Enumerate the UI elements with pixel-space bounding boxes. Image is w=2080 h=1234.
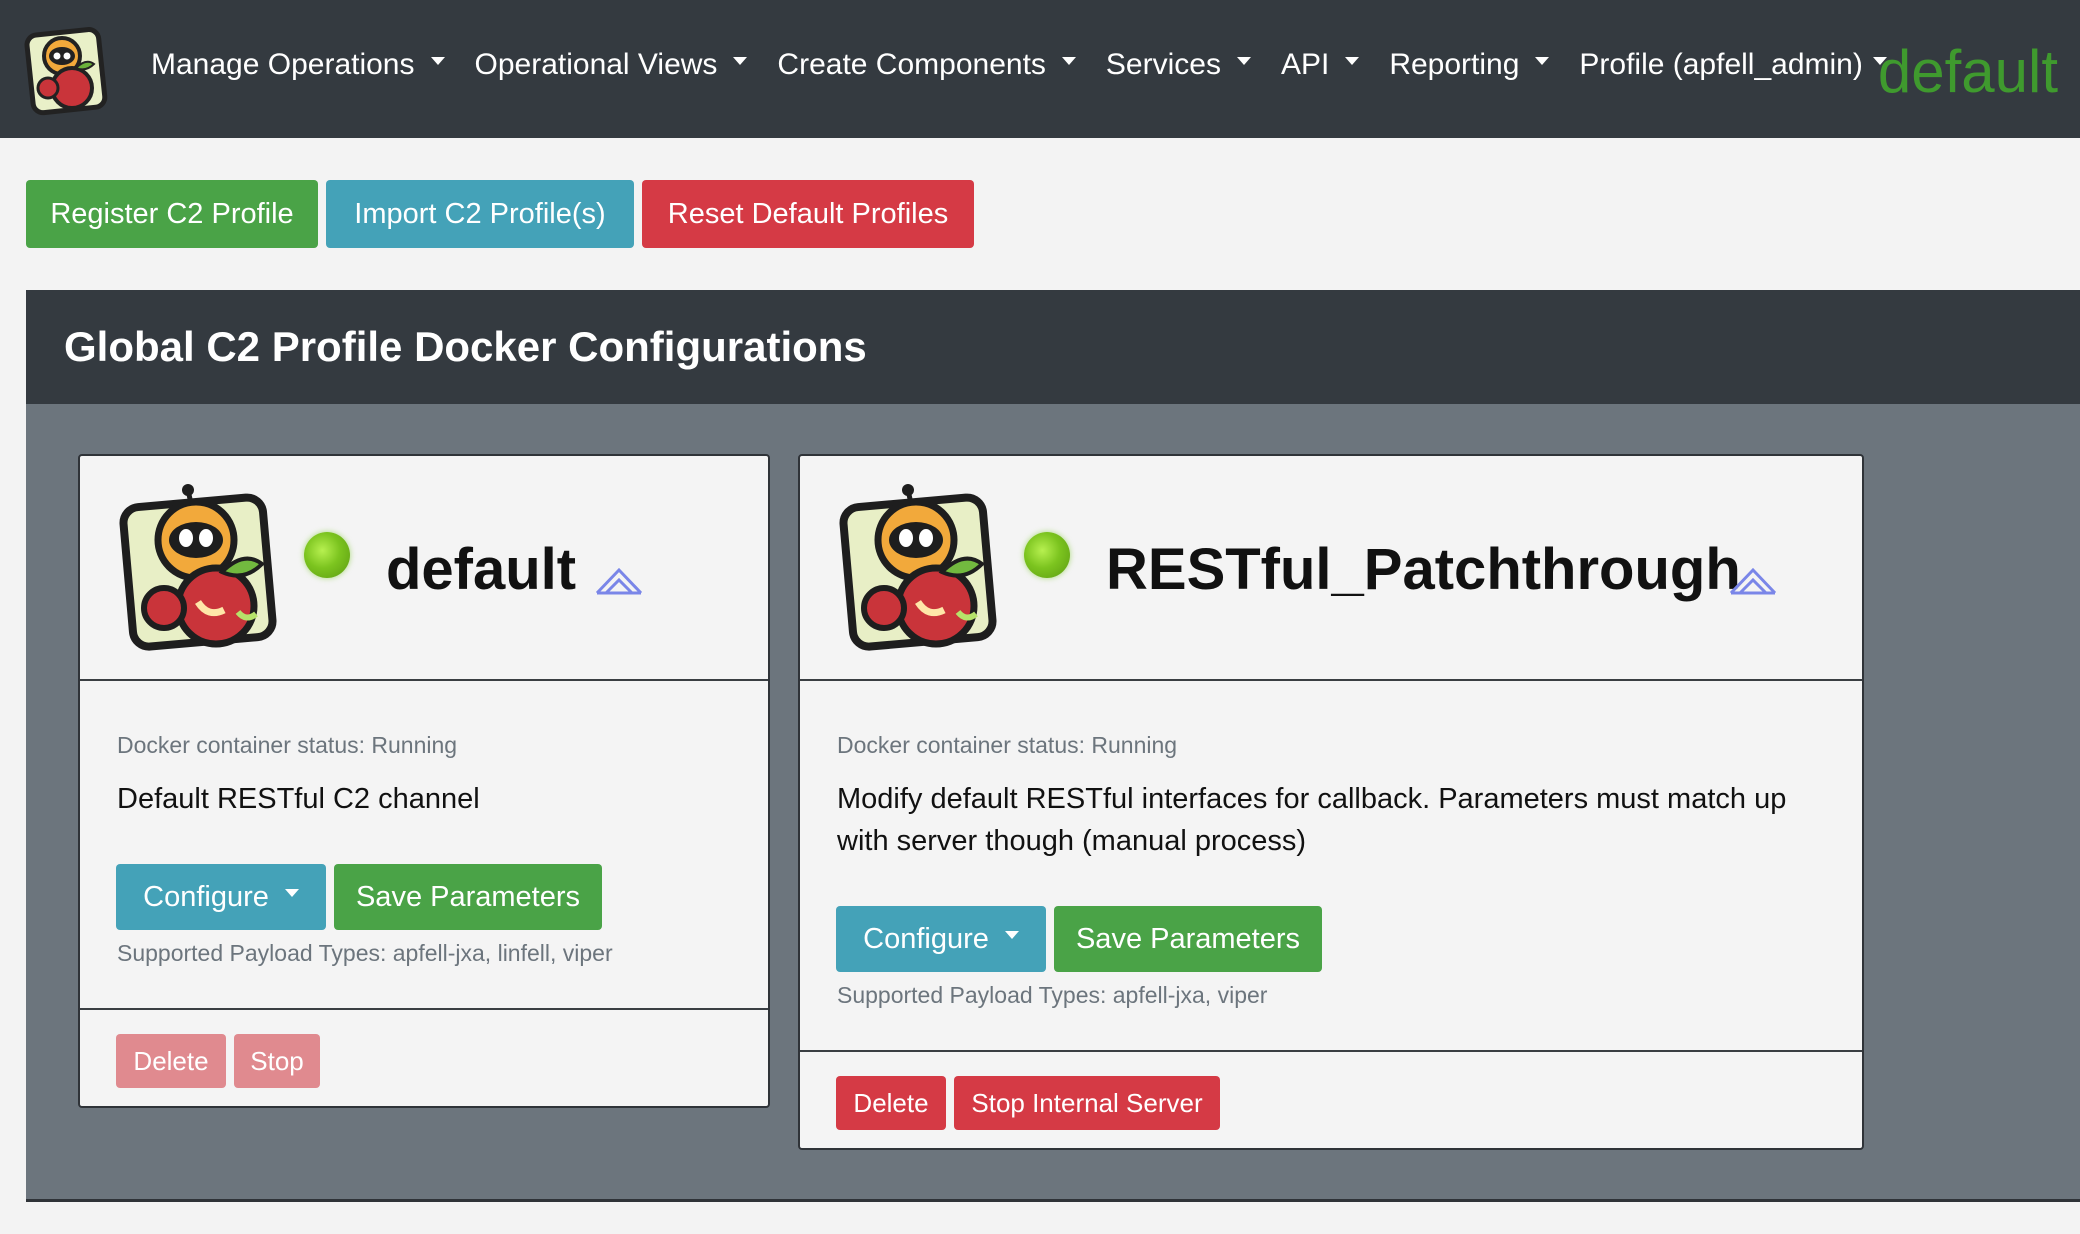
nav-menu: Manage Operations Operational Views Crea… [151,40,1917,90]
navbar: Manage Operations Operational Views Crea… [0,0,2080,138]
profile-description: Modify default RESTful interfaces for ca… [837,783,1787,857]
save-parameters-button[interactable]: Save Parameters [1054,906,1322,972]
nav-item-label: Manage Operations [151,48,415,81]
container-status: Docker container status: Running [837,732,1178,758]
supported-payload-types: Supported Payload Types: apfell-jxa, vip… [837,982,1268,1008]
card-header: RESTful_Patchthrough [800,456,1862,681]
card-title: default [386,537,577,602]
card-header: default [80,456,768,681]
nav-create-components[interactable]: Create Components [777,48,1076,82]
chevron-up-icon[interactable] [594,564,644,596]
nav-services[interactable]: Services [1106,48,1251,82]
caret-down-icon [1061,57,1076,65]
register-c2-profile-button[interactable]: Register C2 Profile [26,180,318,248]
apfell-mascot-icon [119,484,277,651]
nav-profile[interactable]: Profile (apfell_admin) [1579,48,1887,82]
caret-down-icon [1345,57,1360,65]
apfell-mascot-icon [839,484,997,651]
caret-down-icon [1236,57,1251,65]
import-c2-profile-button[interactable]: Import C2 Profile(s) [326,180,634,248]
nav-reporting[interactable]: Reporting [1389,48,1550,82]
nav-item-label: Create Components [777,48,1046,81]
caret-down-icon [1004,931,1019,939]
nav-operational-views[interactable]: Operational Views [475,48,748,82]
configure-label: Configure [143,880,269,913]
reset-default-profiles-button[interactable]: Reset Default Profiles [642,180,974,248]
profile-description: Default RESTful C2 channel [117,783,480,815]
status-running-icon [1024,532,1070,578]
nav-item-label: Operational Views [474,48,718,81]
nav-item-label: Services [1105,48,1221,81]
card-title: RESTful_Patchthrough [1106,537,1741,602]
current-operation[interactable]: default [1878,36,2058,108]
save-parameters-button[interactable]: Save Parameters [334,864,602,930]
chevron-up-icon[interactable] [1728,564,1778,596]
delete-button[interactable]: Delete [836,1076,946,1130]
caret-down-icon [430,57,445,65]
status-running-icon [304,532,350,578]
caret-down-icon [733,57,748,65]
stop-internal-server-button[interactable]: Stop Internal Server [954,1076,1220,1130]
container-status: Docker container status: Running [117,732,458,758]
supported-payload-types: Supported Payload Types: apfell-jxa, lin… [117,940,613,966]
configure-label: Configure [863,922,989,955]
configure-dropdown-button[interactable]: Configure [836,906,1046,972]
nav-api[interactable]: API [1280,48,1360,82]
caret-down-icon [1535,57,1550,65]
divider [80,1008,768,1010]
c2-profile-card-restful-patchthrough: RESTful_Patchthrough Docker container st… [798,454,1864,1150]
nav-manage-operations[interactable]: Manage Operations [151,48,445,82]
caret-down-icon [284,889,299,897]
nav-item-label: Reporting [1389,48,1520,81]
stop-button[interactable]: Stop [234,1034,320,1088]
configure-dropdown-button[interactable]: Configure [116,864,326,930]
nav-item-label: Profile (apfell_admin) [1579,48,1863,81]
delete-button[interactable]: Delete [116,1034,226,1088]
apfell-logo-icon[interactable] [24,24,110,116]
nav-item-label: API [1280,48,1330,81]
divider [800,1050,1862,1052]
c2-profile-card-default: default Docker container status: Running… [78,454,770,1108]
section-title: Global C2 Profile Docker Configurations [26,290,2080,404]
